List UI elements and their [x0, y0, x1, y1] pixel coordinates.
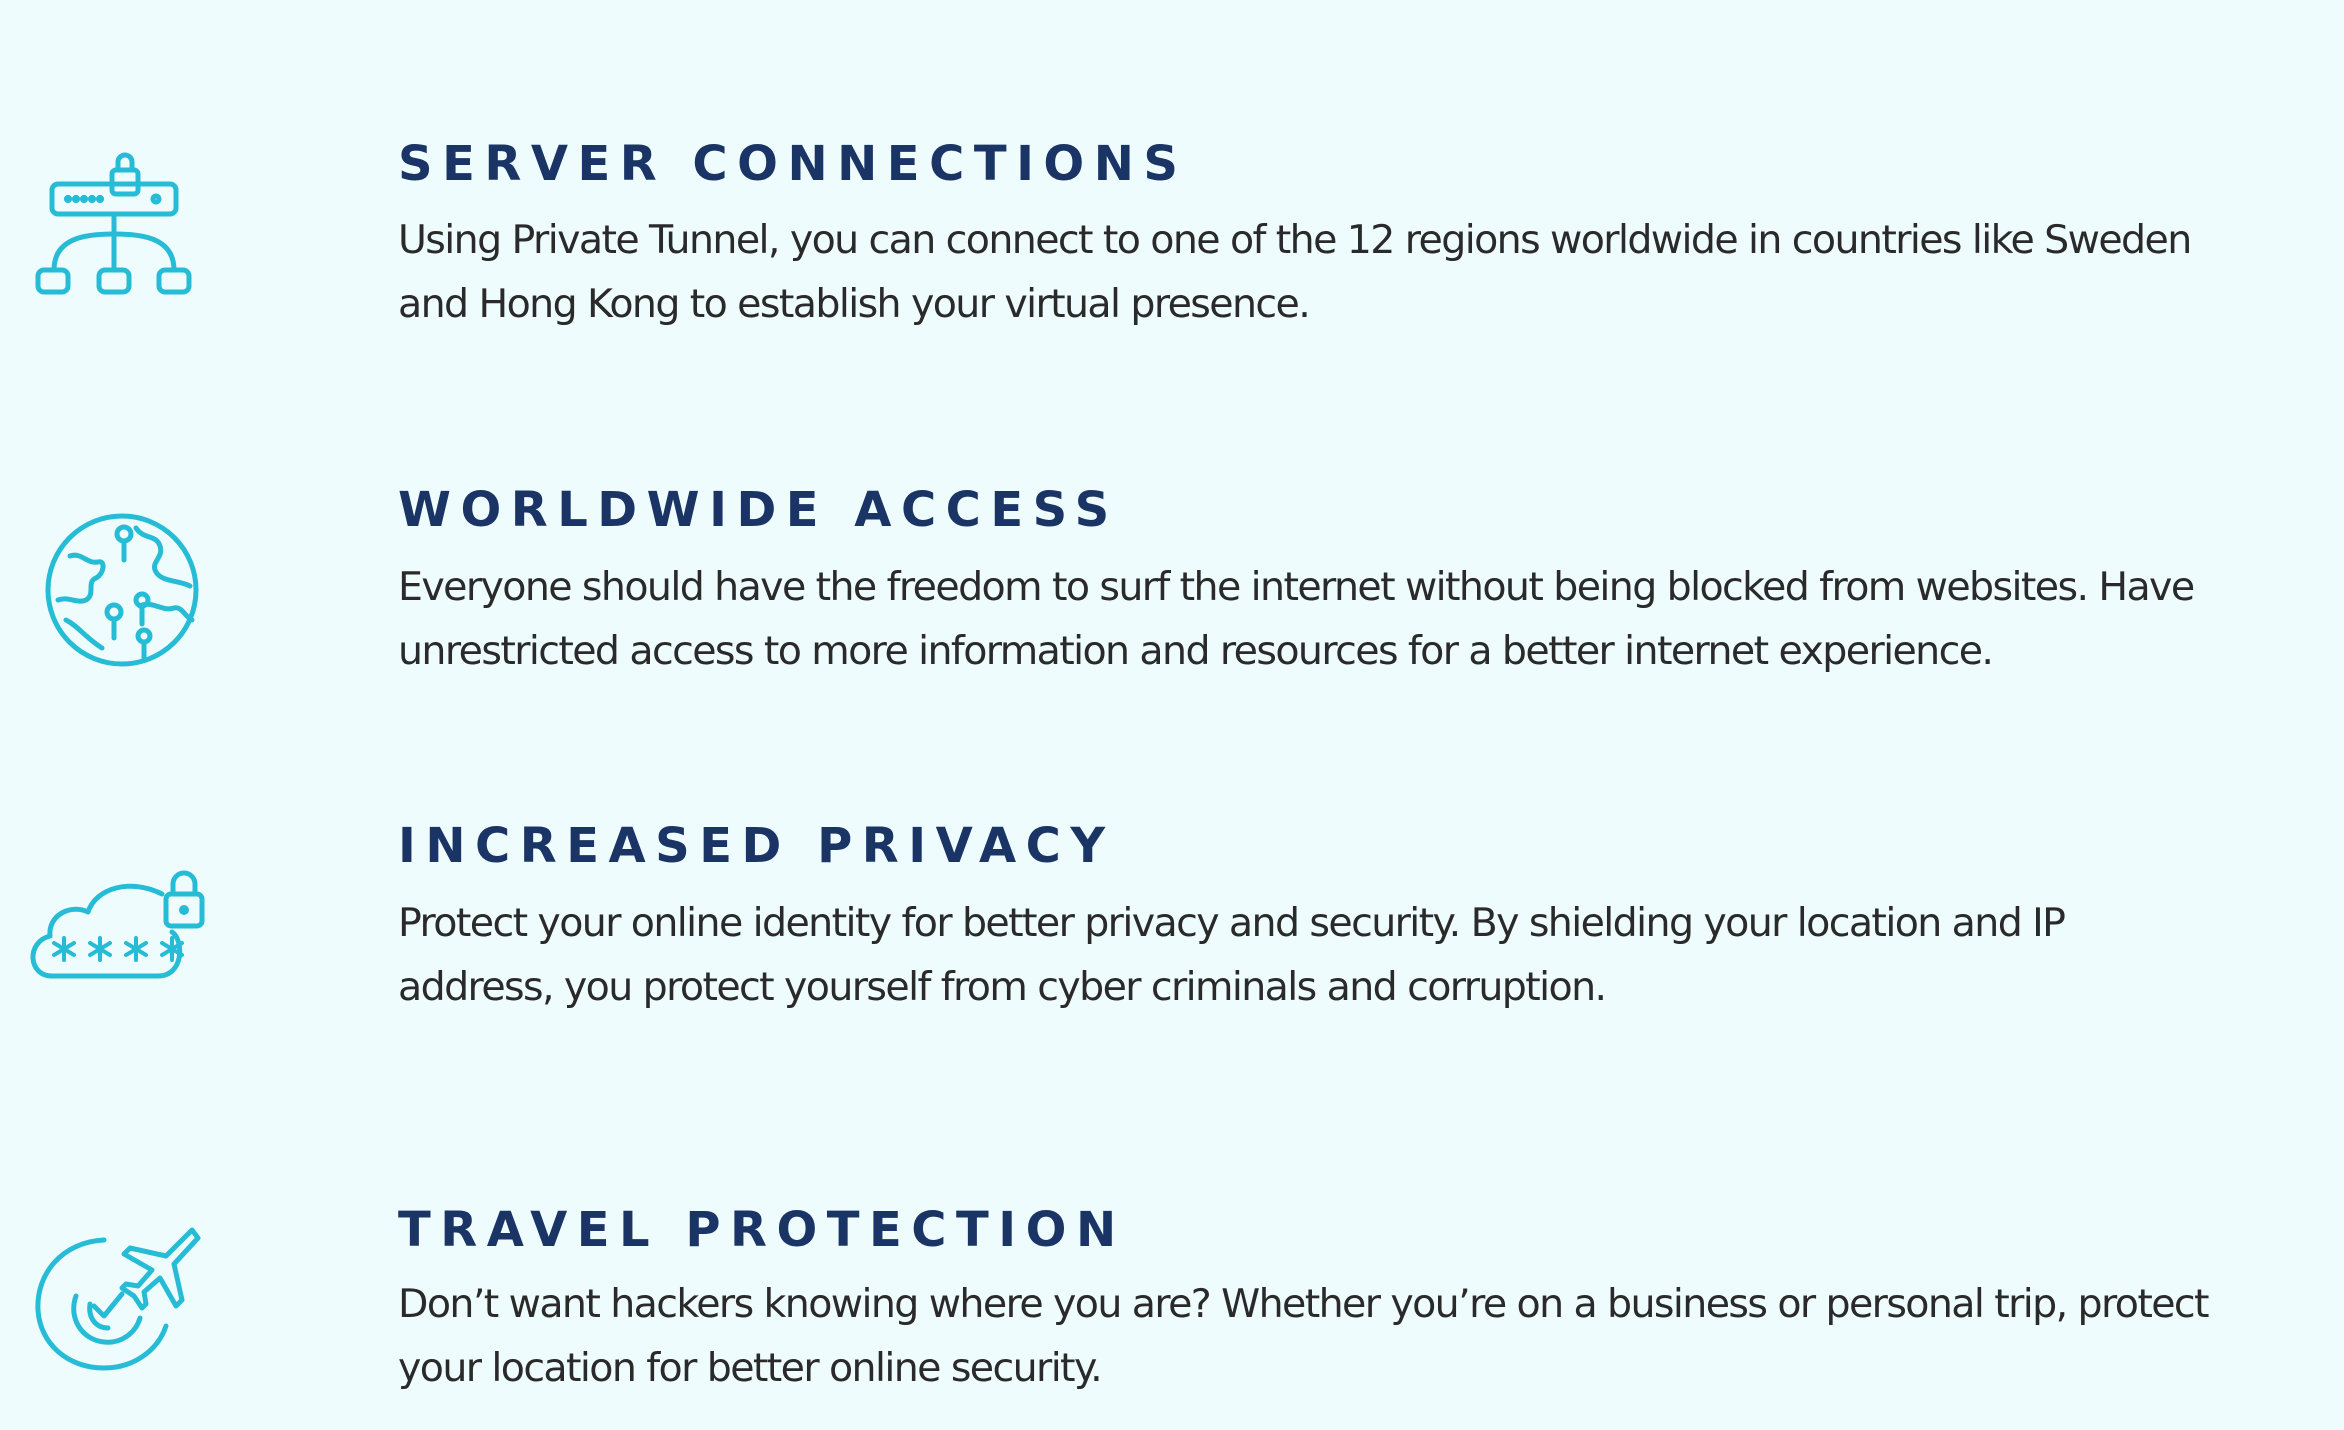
feature-description: Don’t want hackers knowing where you are… [398, 1272, 2344, 1400]
network-lock-icon [30, 150, 198, 300]
feature-description-line: and Hong Kong to establish your virtual … [398, 281, 1311, 327]
feature-description-line: Protect your online identity for better … [398, 900, 2066, 946]
cloud-password-lock-icon [22, 866, 210, 984]
feature-description: Protect your online identity for better … [398, 891, 2344, 1019]
feature-title: WORLDWIDE ACCESS [398, 482, 1119, 538]
feature-description: Using Private Tunnel, you can connect to… [398, 208, 2344, 336]
feature-title: SERVER CONNECTIONS [398, 136, 1188, 192]
feature-description: Everyone should have the freedom to surf… [398, 555, 2344, 683]
feature-description-line: Everyone should have the freedom to surf… [398, 564, 2195, 610]
feature-title: TRAVEL PROTECTION [398, 1202, 1126, 1258]
airplane-radar-icon [32, 1222, 204, 1372]
feature-description-line: unrestricted access to more information … [398, 628, 1994, 674]
feature-description-line: address, you protect yourself from cyber… [398, 964, 1607, 1010]
globe-pins-icon [40, 508, 204, 672]
feature-title: INCREASED PRIVACY [398, 818, 1115, 874]
feature-description-line: Don’t want hackers knowing where you are… [398, 1281, 2210, 1327]
feature-description-line: your location for better online security… [398, 1345, 1103, 1391]
feature-description-line: Using Private Tunnel, you can connect to… [398, 217, 2192, 263]
